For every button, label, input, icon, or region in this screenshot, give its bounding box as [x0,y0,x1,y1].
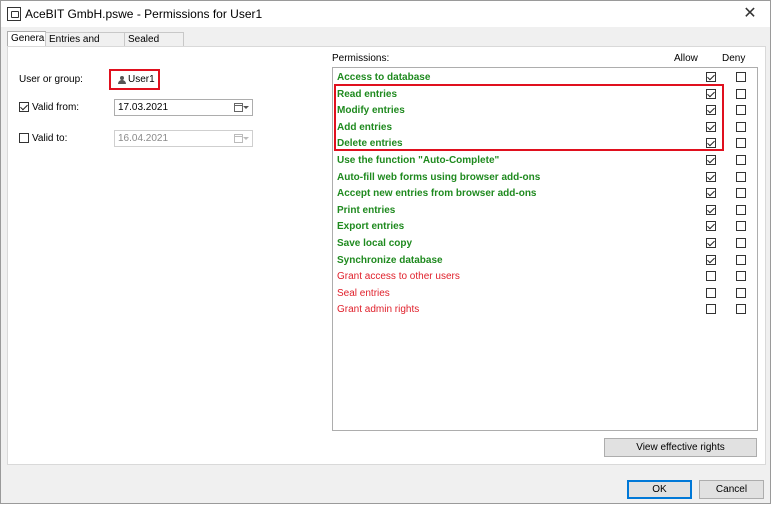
valid-from-checkbox[interactable] [19,102,29,112]
deny-checkbox[interactable] [736,188,746,199]
permission-label: Export entries [337,221,405,233]
permission-label: Grant admin rights [337,304,420,316]
deny-checkbox[interactable] [736,121,746,132]
view-effective-rights-button[interactable]: View effective rights [604,438,757,457]
allow-checkbox[interactable] [706,188,716,199]
deny-checkbox[interactable] [736,221,746,232]
highlight-box [334,84,724,151]
valid-to-checkbox[interactable] [19,133,29,143]
allow-column-header: Allow [674,53,698,64]
permission-label: Grant access to other users [337,271,460,283]
permission-label: Seal entries [337,287,390,299]
permission-label: Save local copy [337,238,413,249]
permission-label: Print entries [337,204,396,216]
permissions-dialog: AceBIT GmbH.pswe - Permissions for User1… [0,0,771,504]
permission-row: Synchronize database [333,252,757,268]
permission-row: Use the function "Auto-Complete" [333,152,757,168]
deny-checkbox[interactable] [736,155,746,165]
valid-from-label: Valid from: [32,102,80,113]
calendar-icon [234,103,243,112]
allow-checkbox[interactable] [706,304,716,315]
app-icon [7,7,21,21]
tab-sealed-access[interactable]: Sealed access [124,32,184,59]
permission-row: Auto-fill web forms using browser add-on… [333,169,757,185]
allow-checkbox[interactable] [706,204,716,215]
permission-row: Print entries [333,202,757,218]
chevron-down-icon [243,106,249,109]
permission-row: Grant admin rights [333,301,757,317]
tab-entries-and-folders[interactable]: Entries and folders [45,32,125,59]
permissions-header: Permissions: [332,53,390,64]
deny-checkbox[interactable] [736,287,746,298]
valid-to-date-value: 16.04.2021 [118,133,169,144]
user-icon [118,76,126,84]
permission-row: Seal entries [333,285,757,301]
window-title: AceBIT GmbH.pswe - Permissions for User1 [25,7,263,21]
chevron-down-icon [243,137,249,140]
calendar-icon [234,134,243,143]
permission-row: Export entries [333,218,757,234]
deny-checkbox[interactable] [736,105,746,116]
deny-checkbox[interactable] [736,204,746,215]
valid-from-date-value: 17.03.2021 [118,102,169,113]
allow-checkbox[interactable] [706,155,716,165]
deny-checkbox[interactable] [736,304,746,315]
deny-column-header: Deny [722,53,746,64]
permission-row: Grant access to other users [333,268,757,284]
allow-checkbox[interactable] [706,72,716,82]
user-name: User1 [128,74,155,85]
permission-row: Accept new entries from browser add-ons [333,185,757,201]
allow-checkbox[interactable] [706,221,716,232]
permission-label: Auto-fill web forms using browser add-on… [337,171,541,183]
allow-checkbox[interactable] [706,238,716,248]
deny-checkbox[interactable] [736,254,746,265]
cancel-button[interactable]: Cancel [699,480,764,499]
close-icon[interactable]: ✕ [738,3,762,25]
valid-from-date-picker[interactable]: 17.03.2021 [114,99,253,116]
allow-checkbox[interactable] [706,171,716,182]
permission-label: Use the function "Auto-Complete" [337,155,500,166]
tab-general[interactable]: General [7,31,47,47]
permission-label: Access to database [337,72,431,83]
deny-checkbox[interactable] [736,171,746,182]
permission-row: Access to database [333,69,757,85]
deny-checkbox[interactable] [736,88,746,99]
ok-button[interactable]: OK [627,480,692,499]
deny-checkbox[interactable] [736,72,746,82]
user-selector[interactable]: User1 [109,69,160,90]
allow-checkbox[interactable] [706,287,716,298]
valid-to-label: Valid to: [32,133,68,144]
permission-label: Accept new entries from browser add-ons [337,188,537,200]
allow-checkbox[interactable] [706,254,716,265]
allow-checkbox[interactable] [706,271,716,282]
deny-checkbox[interactable] [736,271,746,282]
valid-to-date-picker[interactable]: 16.04.2021 [114,130,253,147]
deny-checkbox[interactable] [736,238,746,248]
user-or-group-label: User or group: [19,74,83,85]
permission-row: Save local copy [333,235,757,251]
permission-label: Synchronize database [337,254,443,266]
deny-checkbox[interactable] [736,138,746,149]
title-bar: AceBIT GmbH.pswe - Permissions for User1… [1,1,770,27]
